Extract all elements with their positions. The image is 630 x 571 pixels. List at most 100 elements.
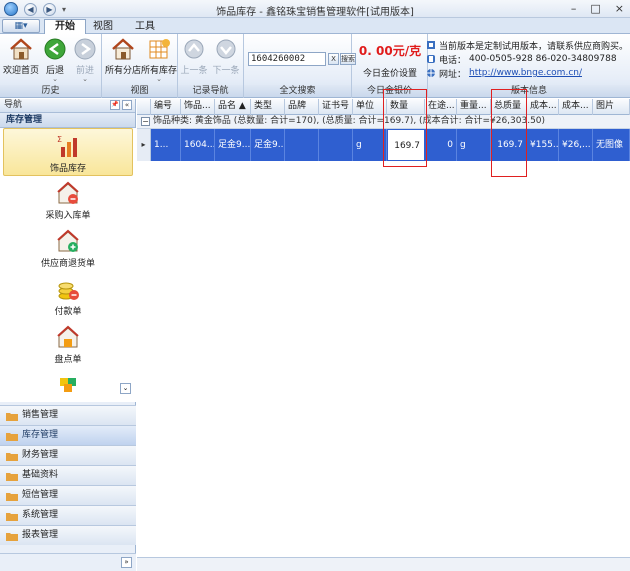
puzzle-icon (60, 378, 76, 392)
folder-icon (6, 413, 18, 421)
cell-cost-1[interactable]: ¥155... (527, 129, 559, 161)
horizontal-scrollbar[interactable] (137, 557, 630, 571)
folder-icon (6, 493, 18, 501)
group-title-info: 版本信息 (428, 85, 630, 97)
navigation-panel: 导航 📌 « 库存管理 Σ 饰品库存 采购入库单 供应商退货单 付款单 盘点单 (0, 99, 136, 571)
web-icon (427, 69, 435, 77)
cell-image[interactable]: 无图像 (593, 129, 630, 161)
group-history: 欢迎首页 后退 ⌄ 前进 ⌄ 历史 (0, 34, 102, 98)
nav-header-title: 导航 (4, 100, 23, 110)
purchase-house-icon (57, 181, 79, 204)
gold-price-setting-button[interactable]: 今日金价设置 (352, 66, 428, 79)
folder-icon (6, 473, 18, 481)
inventory-grid-icon (149, 39, 170, 59)
nav-category-sms[interactable]: 短信管理 (0, 485, 136, 505)
home-button[interactable]: 欢迎首页 (2, 37, 40, 83)
group-record-nav: 上一条 下一条 记录导航 (178, 34, 244, 98)
version-notice: 当前版本是定制试用版本，请联系供应商购买。 (439, 41, 629, 52)
nav-category-sales[interactable]: 销售管理 (0, 405, 136, 425)
folder-icon (6, 533, 18, 541)
nav-item-jewelry-inventory[interactable]: Σ 饰品库存 (3, 128, 133, 176)
nav-category-inventory[interactable]: 库存管理 (0, 425, 136, 445)
tab-start[interactable]: 开始 (44, 19, 86, 34)
cell-id[interactable]: 1... (151, 129, 181, 161)
cell-unit[interactable]: g (353, 129, 387, 161)
forward-arrow-icon (74, 38, 96, 60)
minimize-icon[interactable]: – (571, 2, 577, 15)
group-title-search: 全文搜索 (244, 85, 351, 97)
col-header-type[interactable]: 类型 (251, 99, 285, 115)
nav-category-list: 销售管理 库存管理 财务管理 基础资料 短信管理 系统管理 报表管理 (0, 405, 136, 545)
house-icon (10, 38, 32, 60)
maximize-icon[interactable]: □ (590, 2, 600, 15)
nav-item-more[interactable] (3, 368, 133, 402)
close-icon[interactable]: × (615, 2, 624, 15)
cell-in-transit[interactable]: 0 (425, 129, 457, 161)
nav-footer-expand-icon[interactable]: » (121, 557, 132, 568)
cell-brand[interactable] (285, 129, 319, 161)
nav-item-list: Σ 饰品库存 采购入库单 供应商退货单 付款单 盘点单 (0, 128, 136, 402)
group-title-history: 历史 (0, 85, 101, 97)
search-input[interactable]: 1604260002 (248, 52, 326, 66)
col-header-weight[interactable]: 重量... (457, 99, 491, 115)
quantity-highlight-box (383, 89, 427, 167)
ribbon: 欢迎首页 后退 ⌄ 前进 ⌄ 历史 所有分店 所有库存 ⌄ 视图 上一条 下一条… (0, 34, 630, 98)
app-menu-button[interactable]: ▦▾ (2, 19, 40, 33)
col-header-id[interactable]: 编号 (151, 99, 181, 115)
forward-button[interactable]: 前进 ⌄ (66, 37, 104, 83)
nav-category-master-data[interactable]: 基础资料 (0, 465, 136, 485)
cell-cost-2[interactable]: ¥26,... (559, 129, 593, 161)
nav-item-purchase-inbound[interactable]: 采购入库单 (3, 176, 133, 224)
all-branches-button[interactable]: 所有分店 (104, 37, 142, 83)
return-house-icon (57, 229, 79, 252)
nav-expand-button[interactable]: ⌄ (120, 383, 131, 394)
folder-icon (6, 513, 18, 521)
collapse-group-icon[interactable]: − (141, 117, 150, 126)
cell-type[interactable]: 足金9... (251, 129, 285, 161)
next-record-button[interactable]: 下一条 (210, 37, 242, 83)
group-title-record-nav: 记录导航 (178, 85, 243, 97)
nav-category-system[interactable]: 系统管理 (0, 505, 136, 525)
cell-item-code[interactable]: 1604... (181, 129, 215, 161)
prev-record-button[interactable]: 上一条 (178, 37, 210, 83)
collapse-nav-icon[interactable]: « (122, 100, 132, 110)
col-header-certificate[interactable]: 证书号 (319, 99, 353, 115)
row-indicator[interactable]: ▸ (137, 129, 151, 161)
col-header-brand[interactable]: 品牌 (285, 99, 319, 115)
cell-certificate[interactable] (319, 129, 353, 161)
website-link[interactable]: http://www.bnge.com.cn/ (469, 68, 582, 78)
up-arrow-icon (184, 39, 204, 59)
col-header-cost-1[interactable]: 成本... (527, 99, 559, 115)
group-view: 所有分店 所有库存 ⌄ 视图 (102, 34, 178, 98)
nav-category-reports[interactable]: 报表管理 (0, 525, 136, 545)
group-search: 全文搜索 (244, 34, 352, 98)
ribbon-tab-row: ▦▾ 开始 视图 工具 (0, 18, 630, 34)
nav-item-stocktake[interactable]: 盘点单 (3, 320, 133, 368)
cell-name[interactable]: 足金9... (215, 129, 251, 161)
col-header-in-transit[interactable]: 在途... (425, 99, 457, 115)
col-header-image[interactable]: 图片 (593, 99, 630, 115)
col-header-item-code[interactable]: 饰品... (181, 99, 215, 115)
nav-item-supplier-return[interactable]: 供应商退货单 (3, 224, 133, 272)
gold-price-value: 0. 00元/克 (358, 44, 422, 58)
all-inventory-button[interactable]: 所有库存 ⌄ (140, 37, 178, 83)
col-header-unit[interactable]: 单位 (353, 99, 387, 115)
back-arrow-icon (44, 38, 66, 60)
search-clear-button[interactable]: X (328, 53, 339, 65)
tab-view[interactable]: 视图 (82, 19, 124, 34)
header-indicator (137, 99, 151, 115)
tab-tools[interactable]: 工具 (124, 19, 166, 34)
bar-chart-icon: Σ (57, 135, 77, 157)
phone-label: 电话： (439, 55, 467, 66)
col-header-cost-2[interactable]: 成本... (559, 99, 593, 115)
notice-icon (427, 41, 435, 49)
window-title: 饰品库存 - 鑫铭珠宝销售管理软件[试用版本] (216, 7, 414, 18)
pin-icon[interactable]: 📌 (110, 100, 120, 110)
nav-item-payment[interactable]: 付款单 (3, 272, 133, 320)
svg-text:Σ: Σ (57, 135, 62, 144)
down-arrow-icon (216, 39, 236, 59)
group-title-view: 视图 (102, 85, 177, 97)
col-header-name[interactable]: 品名 ▲ (215, 99, 251, 115)
cell-weight-unit[interactable]: g (457, 129, 491, 161)
nav-category-finance[interactable]: 财务管理 (0, 445, 136, 465)
